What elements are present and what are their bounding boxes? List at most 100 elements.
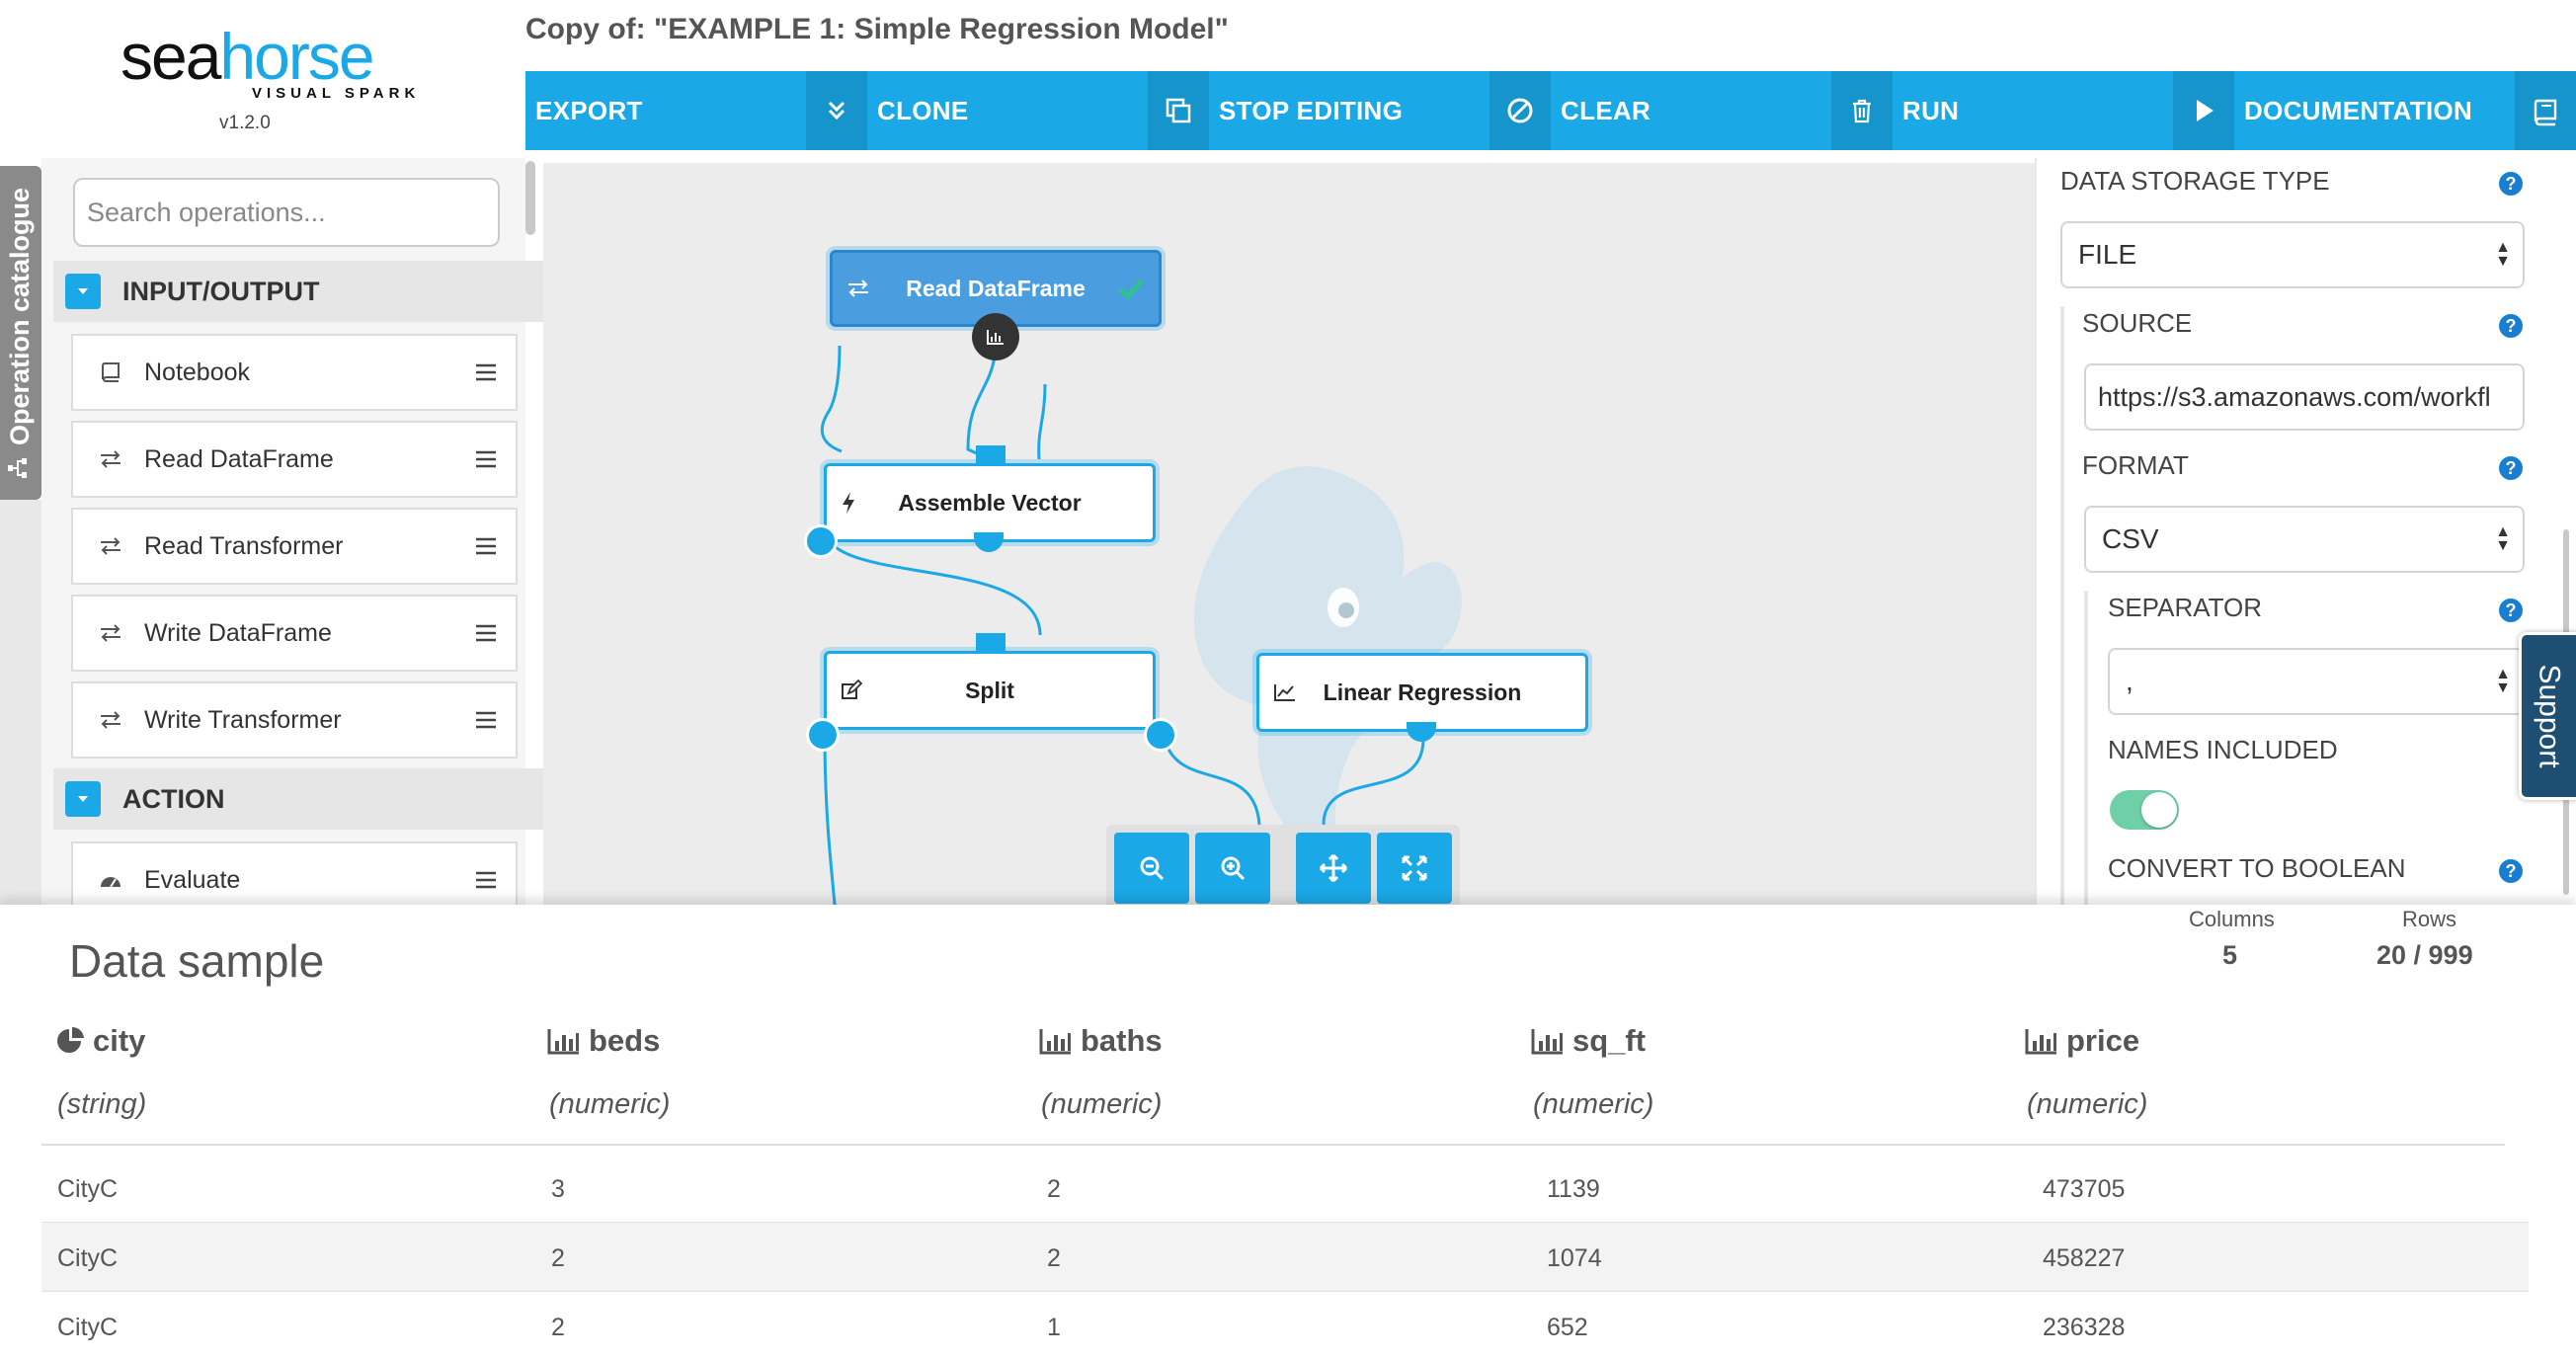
- node-linear-regression[interactable]: Linear Regression: [1256, 653, 1588, 732]
- category-input-output[interactable]: INPUT/OUTPUT: [53, 261, 559, 322]
- table-row: CityC 3 2 1139 473705: [41, 1154, 2529, 1223]
- chevrons-down-icon: [806, 71, 867, 150]
- bolt-icon: [841, 491, 856, 515]
- operation-item-read-dataframe[interactable]: Read DataFrame: [71, 421, 518, 498]
- stop-editing-button[interactable]: STOP EDITING: [1148, 71, 1489, 150]
- source-input[interactable]: [2084, 363, 2525, 431]
- zoom-out-button[interactable]: [1114, 833, 1189, 904]
- data-storage-type-select[interactable]: FILE ▲ ▼: [2060, 221, 2525, 288]
- fit-to-screen-button[interactable]: [1377, 833, 1452, 904]
- operation-item-read-transformer[interactable]: Read Transformer: [71, 508, 518, 585]
- names-included-label: NAMES INCLUDED: [2108, 735, 2338, 764]
- columns-stat-value: 5: [2222, 940, 2238, 970]
- indent-guide: [2060, 306, 2064, 905]
- drag-handle-icon[interactable]: [456, 363, 516, 381]
- column-header-baths: baths: [1039, 1023, 1163, 1059]
- input-port[interactable]: [976, 633, 1006, 653]
- column-header-sq-ft: sq_ft: [1531, 1023, 1646, 1059]
- node-assemble-vector[interactable]: Assemble Vector: [824, 463, 1156, 542]
- column-header-price: price: [2025, 1023, 2139, 1059]
- output-port[interactable]: [804, 524, 838, 558]
- operation-catalogue-label: Operation catalogue: [5, 187, 36, 445]
- move-icon: [1319, 853, 1348, 883]
- zoom-in-button[interactable]: [1195, 833, 1270, 904]
- pan-button[interactable]: [1296, 833, 1371, 904]
- format-select[interactable]: CSV ▲ ▼: [2084, 506, 2525, 573]
- workflow-canvas[interactable]: Read DataFrame Assemble Vector Split Lin…: [543, 163, 2035, 905]
- exchange-icon: [81, 623, 140, 643]
- column-type: (string): [57, 1088, 147, 1120]
- column-header-city: city: [55, 1023, 145, 1059]
- zoom-out-icon: [1140, 856, 1165, 881]
- exchange-icon: [81, 449, 140, 469]
- output-port[interactable]: [806, 718, 840, 752]
- clone-button[interactable]: CLONE: [806, 71, 1148, 150]
- drag-handle-icon[interactable]: [456, 624, 516, 642]
- bar-chart-icon: [1039, 1029, 1071, 1055]
- operation-item-write-transformer[interactable]: Write Transformer: [71, 681, 518, 759]
- search-operations-input[interactable]: [73, 178, 500, 247]
- run-button[interactable]: RUN: [1831, 71, 2173, 150]
- connections: [820, 340, 1425, 905]
- bar-chart-icon: [1531, 1029, 1563, 1055]
- app-version: v1.2.0: [219, 113, 271, 133]
- help-icon[interactable]: ?: [2499, 314, 2523, 338]
- drag-handle-icon[interactable]: [456, 450, 516, 468]
- data-sample-title: Data sample: [69, 935, 325, 987]
- column-header-beds: beds: [547, 1023, 660, 1059]
- help-icon[interactable]: ?: [2499, 172, 2523, 196]
- book-icon: [2515, 71, 2576, 150]
- format-label: FORMAT: [2082, 450, 2189, 480]
- trash-icon: [1831, 71, 1892, 150]
- table-row: CityC 2 1 652 236328: [41, 1292, 2529, 1359]
- category-action[interactable]: ACTION: [53, 768, 559, 830]
- column-type: (numeric): [2027, 1088, 2148, 1120]
- exchange-icon: [81, 536, 140, 556]
- help-icon[interactable]: ?: [2499, 456, 2523, 480]
- convert-to-boolean-label: CONVERT TO BOOLEAN: [2108, 853, 2406, 883]
- help-icon[interactable]: ?: [2499, 859, 2523, 883]
- select-arrows-icon: ▲ ▼: [2495, 523, 2511, 554]
- sidebar-scrollbar[interactable]: [525, 161, 535, 235]
- toolbar: EXPORT CLONE STOP EDITING CLEAR RUN DOCU…: [525, 71, 2576, 150]
- operation-item-notebook[interactable]: Notebook: [71, 334, 518, 411]
- clear-button[interactable]: CLEAR: [1489, 71, 1831, 150]
- drag-handle-icon[interactable]: [456, 871, 516, 889]
- names-included-toggle[interactable]: [2110, 790, 2179, 830]
- caret-down-icon[interactable]: [65, 781, 101, 817]
- data-sample-panel: Data sample Columns 5 Rows 20 / 999 city…: [0, 905, 2576, 1359]
- bar-chart-icon: [547, 1029, 579, 1055]
- dashboard-icon: [81, 870, 140, 890]
- column-type: (numeric): [549, 1088, 671, 1120]
- workflow-title: Copy of: "EXAMPLE 1: Simple Regression M…: [525, 13, 1229, 45]
- operation-item-write-dataframe[interactable]: Write DataFrame: [71, 595, 518, 672]
- data-storage-type-label: DATA STORAGE TYPE: [2060, 166, 2330, 196]
- select-arrows-icon: ▲ ▼: [2495, 239, 2511, 270]
- logo-wordmark: seahorse: [121, 20, 375, 93]
- separator-select[interactable]: , ▲ ▼: [2108, 648, 2525, 715]
- drag-handle-icon[interactable]: [456, 537, 516, 555]
- export-button[interactable]: EXPORT: [525, 71, 806, 150]
- output-port[interactable]: [1144, 718, 1177, 752]
- operation-catalogue-tab[interactable]: Operation catalogue: [0, 166, 41, 500]
- bar-chart-icon: [2025, 1029, 2056, 1055]
- sitemap-icon: [6, 457, 37, 479]
- table-header-divider: [41, 1144, 2505, 1146]
- edit-icon: [841, 680, 862, 701]
- canvas-zoom-controls: [1106, 825, 1460, 905]
- node-split[interactable]: Split: [824, 651, 1156, 730]
- caret-down-icon[interactable]: [65, 274, 101, 309]
- report-port[interactable]: [972, 313, 1019, 360]
- table-row: CityC 2 2 1074 458227: [41, 1223, 2529, 1292]
- documentation-button[interactable]: DOCUMENTATION: [2173, 71, 2576, 150]
- drag-handle-icon[interactable]: [456, 711, 516, 729]
- play-icon: [2173, 71, 2234, 150]
- pie-chart-icon: [57, 1026, 84, 1053]
- input-port[interactable]: [976, 445, 1006, 465]
- exchange-icon: [846, 279, 870, 298]
- support-tab[interactable]: Support: [2519, 632, 2576, 800]
- rows-stat-label: Rows: [2402, 907, 2457, 931]
- bar-chart-icon: [987, 330, 1004, 345]
- catalogue-strip: [0, 500, 41, 905]
- help-icon[interactable]: ?: [2499, 599, 2523, 622]
